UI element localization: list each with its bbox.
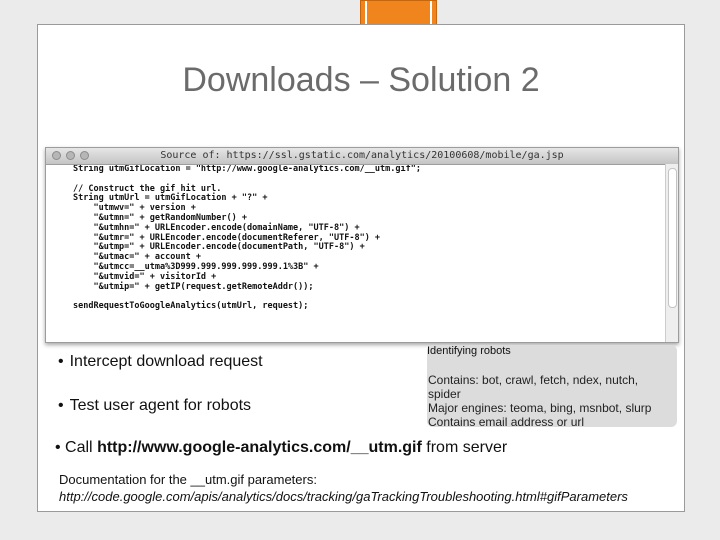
robots-callout: Identifying robots Contains: bot, crawl,… [427,345,677,429]
bullet-intercept-text: Intercept download request [69,353,263,370]
bullet-intercept: • Intercept download request [58,353,263,370]
documentation-link[interactable]: http://code.google.com/apis/analytics/do… [59,488,628,505]
code-line: "&utmip=" + getIP(request.getRemoteAddr(… [73,281,314,292]
call-suffix: from server [421,439,508,456]
bullet-test-agent-text: Test user agent for robots [69,397,252,414]
call-prefix: Call [65,439,98,456]
code-line: String utmGifLocation = "http://www.goog… [73,165,421,174]
code-line: "&utmcc=__utma%3D999.999.999.999.999.1%3… [73,261,319,272]
code-line: sendRequestToGoogleAnalytics(utmUrl, req… [73,301,309,312]
callout-line: Major engines: teoma, bing, msnbot, slur… [428,401,652,415]
callout-title: Identifying robots [427,345,511,357]
browser-source-window: Source of: https://ssl.gstatic.com/analy… [45,147,679,343]
bullet-call-server: • Call http://www.google-analytics.com/_… [55,439,508,456]
call-url: http://www.google-analytics.com/__utm.gi… [97,439,422,456]
callout-body: Contains: bot, crawl, fetch, ndex, nutch… [428,373,651,429]
code-line: "utmwv=" + version + [73,203,196,214]
code-line: "&utmhn=" + URLEncoder.encode(domainName… [73,222,360,233]
window-title: Source of: https://ssl.gstatic.com/analy… [160,150,564,161]
code-line: String utmUrl = utmGifLocation + "?" + [73,193,268,204]
documentation-note: Documentation for the __utm.gif paramete… [59,471,628,505]
code-line: "&utmvid=" + visitorId + [73,271,217,282]
code-line: "&utmr=" + URLEncoder.encode(documentRef… [73,232,381,243]
vertical-scrollbar[interactable] [665,164,678,342]
callout-line: Contains: bot, crawl, fetch, ndex, nutch… [428,373,639,387]
code-line: "&utmac=" + account + [73,252,201,263]
scrollbar-thumb[interactable] [668,168,677,308]
code-line: "&utmn=" + getRandomNumber() + [73,212,247,223]
code-line: "&utmp=" + URLEncoder.encode(documentPat… [73,242,365,253]
source-code-view: String utmGifLocation = "http://www.goog… [73,165,658,325]
bullet-test-agent: • Test user agent for robots [58,397,252,414]
callout-line: Contains email address or url [428,415,585,429]
callout-line: spider [428,387,461,401]
window-title-bar: Source of: https://ssl.gstatic.com/analy… [46,148,678,165]
slide: Downloads – Solution 2 Source of: https:… [37,24,685,512]
slide-title: Downloads – Solution 2 [182,61,540,99]
documentation-label: Documentation for the __utm.gif paramete… [59,472,317,487]
